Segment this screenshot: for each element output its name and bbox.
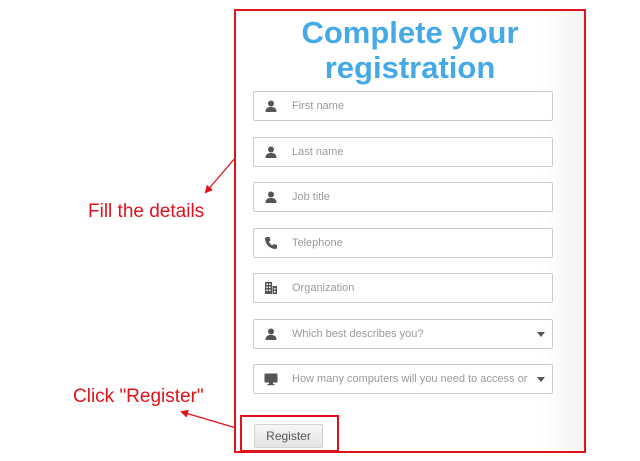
building-icon	[264, 281, 278, 295]
form-title-line1: Complete your	[301, 15, 519, 50]
phone-icon	[264, 236, 278, 250]
computers-select[interactable]: How many computers will you need to acce…	[253, 364, 553, 394]
role-select-value: Which best describes you?	[292, 328, 424, 340]
register-button[interactable]: Register	[254, 424, 323, 448]
organization-field[interactable]	[253, 273, 553, 303]
monitor-icon	[264, 372, 278, 386]
first-name-field[interactable]	[253, 91, 553, 121]
chevron-down-icon	[537, 332, 545, 337]
person-icon	[264, 190, 278, 204]
click-register-annotation: Click "Register"	[73, 386, 204, 407]
first-name-input[interactable]	[292, 92, 542, 120]
job-title-field[interactable]	[253, 182, 553, 212]
chevron-down-icon	[537, 377, 545, 382]
role-select[interactable]: Which best describes you?	[253, 319, 553, 349]
person-icon	[264, 99, 278, 113]
fill-details-annotation: Fill the details	[88, 201, 205, 222]
fill-details-arrow	[204, 156, 237, 194]
telephone-field[interactable]	[253, 228, 553, 258]
last-name-field[interactable]	[253, 137, 553, 167]
last-name-input[interactable]	[292, 138, 542, 166]
computers-select-value: How many computers will you need to acce…	[292, 373, 530, 385]
form-title: Complete your registration	[236, 15, 584, 85]
person-icon	[264, 327, 278, 341]
person-icon	[264, 145, 278, 159]
telephone-input[interactable]	[292, 229, 542, 257]
job-title-input[interactable]	[292, 183, 542, 211]
register-highlight: Register	[240, 415, 339, 452]
form-title-line2: registration	[324, 50, 496, 85]
registration-form: Complete your registration First name La…	[234, 9, 586, 453]
organization-input[interactable]	[292, 274, 542, 302]
